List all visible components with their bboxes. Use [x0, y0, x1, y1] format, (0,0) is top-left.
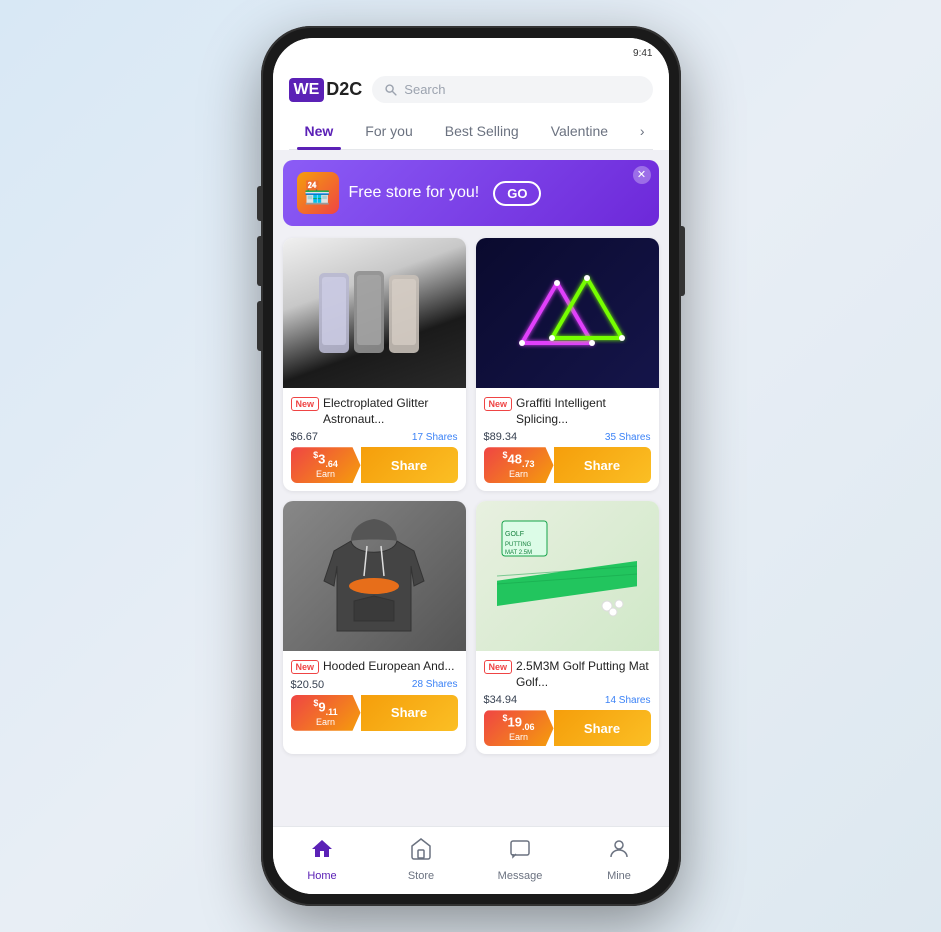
- nav-mine-label: Mine: [607, 870, 631, 882]
- tab-new[interactable]: New: [289, 113, 350, 149]
- svg-text:MAT 2.5M: MAT 2.5M: [505, 550, 532, 556]
- header-top: WE D2C Search: [289, 76, 653, 103]
- tab-valentine[interactable]: Valentine: [535, 113, 624, 149]
- header: WE D2C Search New For you Best Selling V…: [273, 68, 669, 150]
- product-1-shares: 17 Shares: [412, 432, 458, 443]
- mine-icon: [607, 837, 631, 867]
- product-1-title: Electroplated Glitter Astronaut...: [323, 396, 457, 427]
- svg-text:PUTTING: PUTTING: [505, 542, 532, 548]
- nav-home-label: Home: [307, 870, 336, 882]
- phone-screen: 9:41 WE D2C Search New For you: [273, 38, 669, 894]
- product-3-earn-label: Earn: [316, 717, 335, 727]
- logo-we: WE: [289, 78, 325, 102]
- logo[interactable]: WE D2C: [289, 78, 363, 102]
- product-4-earn-share: $19.06 Earn Share: [484, 710, 651, 746]
- search-bar[interactable]: Search: [372, 76, 652, 103]
- product-3-earn-price: $9.11: [313, 699, 337, 717]
- product-2-title: Graffiti Intelligent Splicing...: [516, 396, 650, 427]
- product-3-badge: New: [291, 660, 320, 674]
- banner-go-button[interactable]: GO: [493, 181, 541, 206]
- product-card-2[interactable]: New Graffiti Intelligent Splicing... $89…: [476, 238, 659, 491]
- logo-d2c: D2C: [326, 79, 362, 100]
- product-4-earn-price: $19.06: [503, 714, 535, 732]
- product-3-title: Hooded European And...: [323, 659, 454, 675]
- banner-close-button[interactable]: ✕: [633, 166, 651, 184]
- phone-frame: 9:41 WE D2C Search New For you: [261, 26, 681, 906]
- product-2-earn-price: $48.73: [503, 451, 535, 469]
- product-2-price: $89.34: [484, 431, 518, 443]
- promo-banner: 🏪 Free store for you! GO ✕: [283, 160, 659, 226]
- product-image-2: [476, 238, 659, 388]
- product-1-earn-price: $3.64: [313, 451, 338, 469]
- product-image-3: [283, 501, 466, 651]
- message-icon: [508, 837, 532, 867]
- product-card-1[interactable]: New Electroplated Glitter Astronaut... $…: [283, 238, 466, 491]
- product-3-shares: 28 Shares: [412, 679, 458, 690]
- product-3-earn-share: $9.11 Earn Share: [291, 695, 458, 731]
- search-icon: [384, 83, 398, 97]
- product-info-3: New Hooded European And... $20.50 28 Sha…: [283, 651, 466, 739]
- product-2-share-button[interactable]: Share: [554, 447, 651, 483]
- search-placeholder: Search: [404, 82, 445, 97]
- product-4-earn-label: Earn: [509, 732, 528, 742]
- product-4-badge: New: [484, 660, 513, 674]
- bottom-nav: Home Store Message: [273, 826, 669, 894]
- tab-more-icon[interactable]: ›: [632, 113, 653, 149]
- product-1-price: $6.67: [291, 431, 319, 443]
- tabs-bar: New For you Best Selling Valentine ›: [289, 113, 653, 150]
- tab-best-selling[interactable]: Best Selling: [429, 113, 535, 149]
- product-1-earn-share: $3.64 Earn Share: [291, 447, 458, 483]
- product-2-badge: New: [484, 397, 513, 411]
- product-3-share-button[interactable]: Share: [361, 695, 458, 731]
- product-3-price: $20.50: [291, 679, 325, 691]
- product-image-4: GOLF PUTTING MAT 2.5M: [476, 501, 659, 651]
- product-1-earn-label: Earn: [316, 469, 335, 479]
- nav-store-label: Store: [408, 870, 434, 882]
- product-card-3[interactable]: New Hooded European And... $20.50 28 Sha…: [283, 501, 466, 754]
- product-2-earn-share: $48.73 Earn Share: [484, 447, 651, 483]
- svg-text:GOLF: GOLF: [505, 531, 524, 538]
- product-1-earn-button[interactable]: $3.64 Earn: [291, 447, 361, 483]
- product-4-share-button[interactable]: Share: [554, 710, 651, 746]
- banner-text: Free store for you!: [349, 184, 480, 202]
- product-grid: New Electroplated Glitter Astronaut... $…: [283, 238, 659, 754]
- product-card-4[interactable]: GOLF PUTTING MAT 2.5M New 2.5M3M Gol: [476, 501, 659, 754]
- product-image-1: [283, 238, 466, 388]
- nav-store[interactable]: Store: [372, 833, 471, 886]
- product-info-4: New 2.5M3M Golf Putting Mat Golf... $34.…: [476, 651, 659, 754]
- product-2-earn-button[interactable]: $48.73 Earn: [484, 447, 554, 483]
- product-info-2: New Graffiti Intelligent Splicing... $89…: [476, 388, 659, 491]
- product-2-earn-label: Earn: [509, 469, 528, 479]
- nav-message-label: Message: [498, 870, 543, 882]
- product-2-shares: 35 Shares: [605, 432, 651, 443]
- store-icon: [409, 837, 433, 867]
- status-bar: 9:41: [273, 38, 669, 68]
- nav-mine[interactable]: Mine: [570, 833, 669, 886]
- product-1-badge: New: [291, 397, 320, 411]
- product-4-title: 2.5M3M Golf Putting Mat Golf...: [516, 659, 650, 690]
- product-info-1: New Electroplated Glitter Astronaut... $…: [283, 388, 466, 491]
- main-content: 🏪 Free store for you! GO ✕: [273, 150, 669, 826]
- product-3-earn-button[interactable]: $9.11 Earn: [291, 695, 361, 731]
- product-4-shares: 14 Shares: [605, 695, 651, 706]
- product-4-price: $34.94: [484, 694, 518, 706]
- nav-home[interactable]: Home: [273, 833, 372, 886]
- banner-store-icon: 🏪: [297, 172, 339, 214]
- tab-for-you[interactable]: For you: [349, 113, 428, 149]
- product-4-earn-button[interactable]: $19.06 Earn: [484, 710, 554, 746]
- home-icon: [310, 837, 334, 867]
- product-1-share-button[interactable]: Share: [361, 447, 458, 483]
- nav-message[interactable]: Message: [471, 833, 570, 886]
